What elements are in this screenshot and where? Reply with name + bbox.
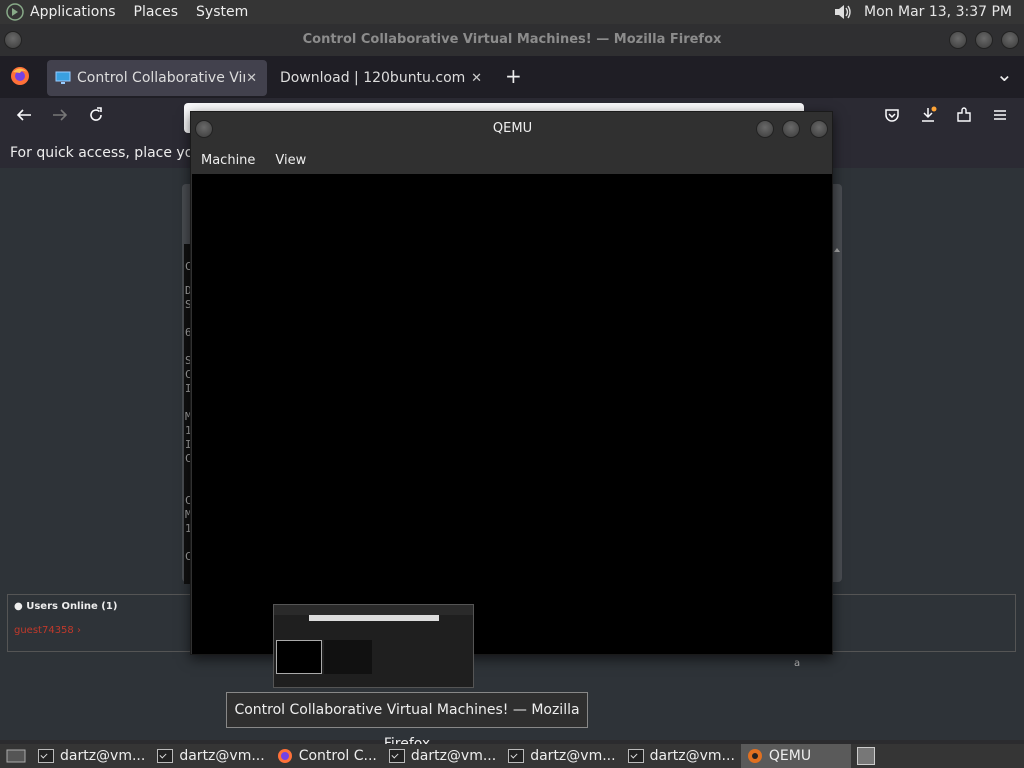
preview-vm-1 <box>276 640 322 674</box>
taskbar-item-terminal-2[interactable]: dartz@vm... <box>151 744 270 768</box>
close-tab-icon[interactable]: ✕ <box>471 71 482 86</box>
tab-download-120buntu[interactable]: Download | 120buntu.com ✕ <box>272 60 492 96</box>
window-menu-button[interactable] <box>4 31 22 49</box>
preview-urlbar <box>309 615 439 621</box>
taskbar-item-label: Control C... <box>298 748 377 764</box>
back-button[interactable] <box>11 106 37 130</box>
pocket-button[interactable] <box>879 106 905 130</box>
users-online-header: ● Users Online (1) <box>14 601 117 612</box>
taskbar-item-terminal-4[interactable]: dartz@vm... <box>502 744 621 768</box>
terminal-icon <box>38 749 54 763</box>
taskbar-item-label: dartz@vm... <box>649 748 735 764</box>
reload-icon <box>90 107 102 121</box>
downloads-button[interactable] <box>915 106 941 130</box>
qemu-close-button[interactable] <box>810 120 828 138</box>
user-arrow-icon: › <box>73 625 81 636</box>
qemu-maximize-button[interactable] <box>782 120 800 138</box>
taskbar-item-terminal-5[interactable]: dartz@vm... <box>622 744 741 768</box>
download-icon <box>922 106 937 122</box>
taskbar-item-label: QEMU <box>768 748 812 764</box>
top-panel: Applications Places System Mon Mar 13, 3… <box>0 0 1024 24</box>
desktop-icon <box>6 749 26 763</box>
users-online-label: Users Online (1) <box>26 601 118 612</box>
taskbar-item-qemu[interactable]: QEMU <box>740 744 851 768</box>
users-online-panel: ● Users Online (1) guest74358 › <box>7 594 197 652</box>
qemu-display[interactable] <box>192 174 832 654</box>
qemu-minimize-button[interactable] <box>756 120 774 138</box>
taskbar-item-terminal-3[interactable]: dartz@vm... <box>383 744 502 768</box>
scroll-up-icon[interactable] <box>834 246 840 252</box>
taskbar-item-terminal-1[interactable]: dartz@vm... <box>32 744 151 768</box>
maximize-button[interactable] <box>975 31 993 49</box>
terminal-icon <box>388 749 405 763</box>
online-user[interactable]: guest74358 › <box>14 625 81 636</box>
places-menu[interactable]: Places <box>125 4 188 20</box>
firefox-titlebar: Control Collaborative Virtual Machines! … <box>0 24 1024 56</box>
taskbar-item-label: dartz@vm... <box>179 748 265 764</box>
monitor-icon <box>55 71 71 84</box>
firefox-icon <box>277 749 292 763</box>
gnome-foot-icon <box>6 3 24 21</box>
side-panel <box>830 594 1016 652</box>
taskbar-item-label: dartz@vm... <box>60 748 146 764</box>
preview-titlebar <box>274 605 473 615</box>
close-button[interactable] <box>1001 31 1019 49</box>
preview-vm-2 <box>324 640 372 674</box>
taskbar-item-label: dartz@vm... <box>530 748 616 764</box>
extensions-button[interactable] <box>951 106 977 130</box>
taskbar-item-label: dartz@vm... <box>410 748 497 764</box>
volume-icon[interactable] <box>832 2 854 22</box>
taskbar: dartz@vm... dartz@vm... Control C... dar… <box>0 744 1024 768</box>
minimize-button[interactable] <box>949 31 967 49</box>
hamburger-icon <box>994 110 1006 120</box>
puzzle-icon <box>957 107 971 122</box>
terminal-icon <box>508 749 525 763</box>
online-username: guest74358 <box>14 625 74 636</box>
machine-menu[interactable]: Machine <box>191 153 265 168</box>
clock[interactable]: Mon Mar 13, 3:37 PM <box>864 4 1012 20</box>
terminal-icon <box>157 749 174 763</box>
firefox-icon[interactable] <box>10 66 30 86</box>
applications-label: Applications <box>30 4 116 20</box>
applications-menu[interactable]: Applications <box>0 3 125 21</box>
qemu-icon <box>747 749 762 763</box>
window-preview-thumbnail[interactable] <box>273 604 474 688</box>
taskbar-item-firefox[interactable]: Control C... <box>271 744 383 768</box>
page-text: a <box>794 658 801 669</box>
qemu-window-menu-button[interactable] <box>195 120 213 138</box>
tab-control-collaborative[interactable]: Control Collaborative Virtua ✕ <box>47 60 267 96</box>
terminal-icon <box>627 749 644 763</box>
tab-bar: Control Collaborative Virtua ✕ Download … <box>0 56 1024 98</box>
qemu-titlebar: QEMU <box>191 112 834 146</box>
tab-label: Control Collaborative Virtua <box>77 70 245 86</box>
close-tab-icon[interactable]: ✕ <box>246 71 257 86</box>
user-icon: ● <box>14 601 23 612</box>
list-all-tabs-button[interactable]: ⌄ <box>996 62 1013 86</box>
show-desktop-button[interactable] <box>0 744 32 768</box>
firefox-window-title: Control Collaborative Virtual Machines! … <box>302 32 722 47</box>
forward-button[interactable] <box>47 106 73 130</box>
system-menu[interactable]: System <box>187 4 257 20</box>
qemu-window: QEMU Machine View <box>190 111 833 655</box>
qemu-menubar: Machine View <box>191 146 834 174</box>
forward-arrow-icon <box>53 109 68 121</box>
tab-label: Download | 120buntu.com <box>280 70 466 86</box>
window-title-tooltip: Control Collaborative Virtual Machines! … <box>226 692 588 752</box>
reload-button[interactable] <box>83 106 109 130</box>
workspace-icon <box>856 747 875 765</box>
new-tab-button[interactable]: + <box>505 64 522 88</box>
app-menu-button[interactable] <box>987 106 1013 130</box>
back-arrow-icon <box>16 109 31 121</box>
pocket-icon <box>885 109 899 122</box>
workspace-switcher[interactable] <box>851 744 881 768</box>
qemu-title: QEMU <box>492 121 533 136</box>
view-menu[interactable]: View <box>265 153 316 168</box>
